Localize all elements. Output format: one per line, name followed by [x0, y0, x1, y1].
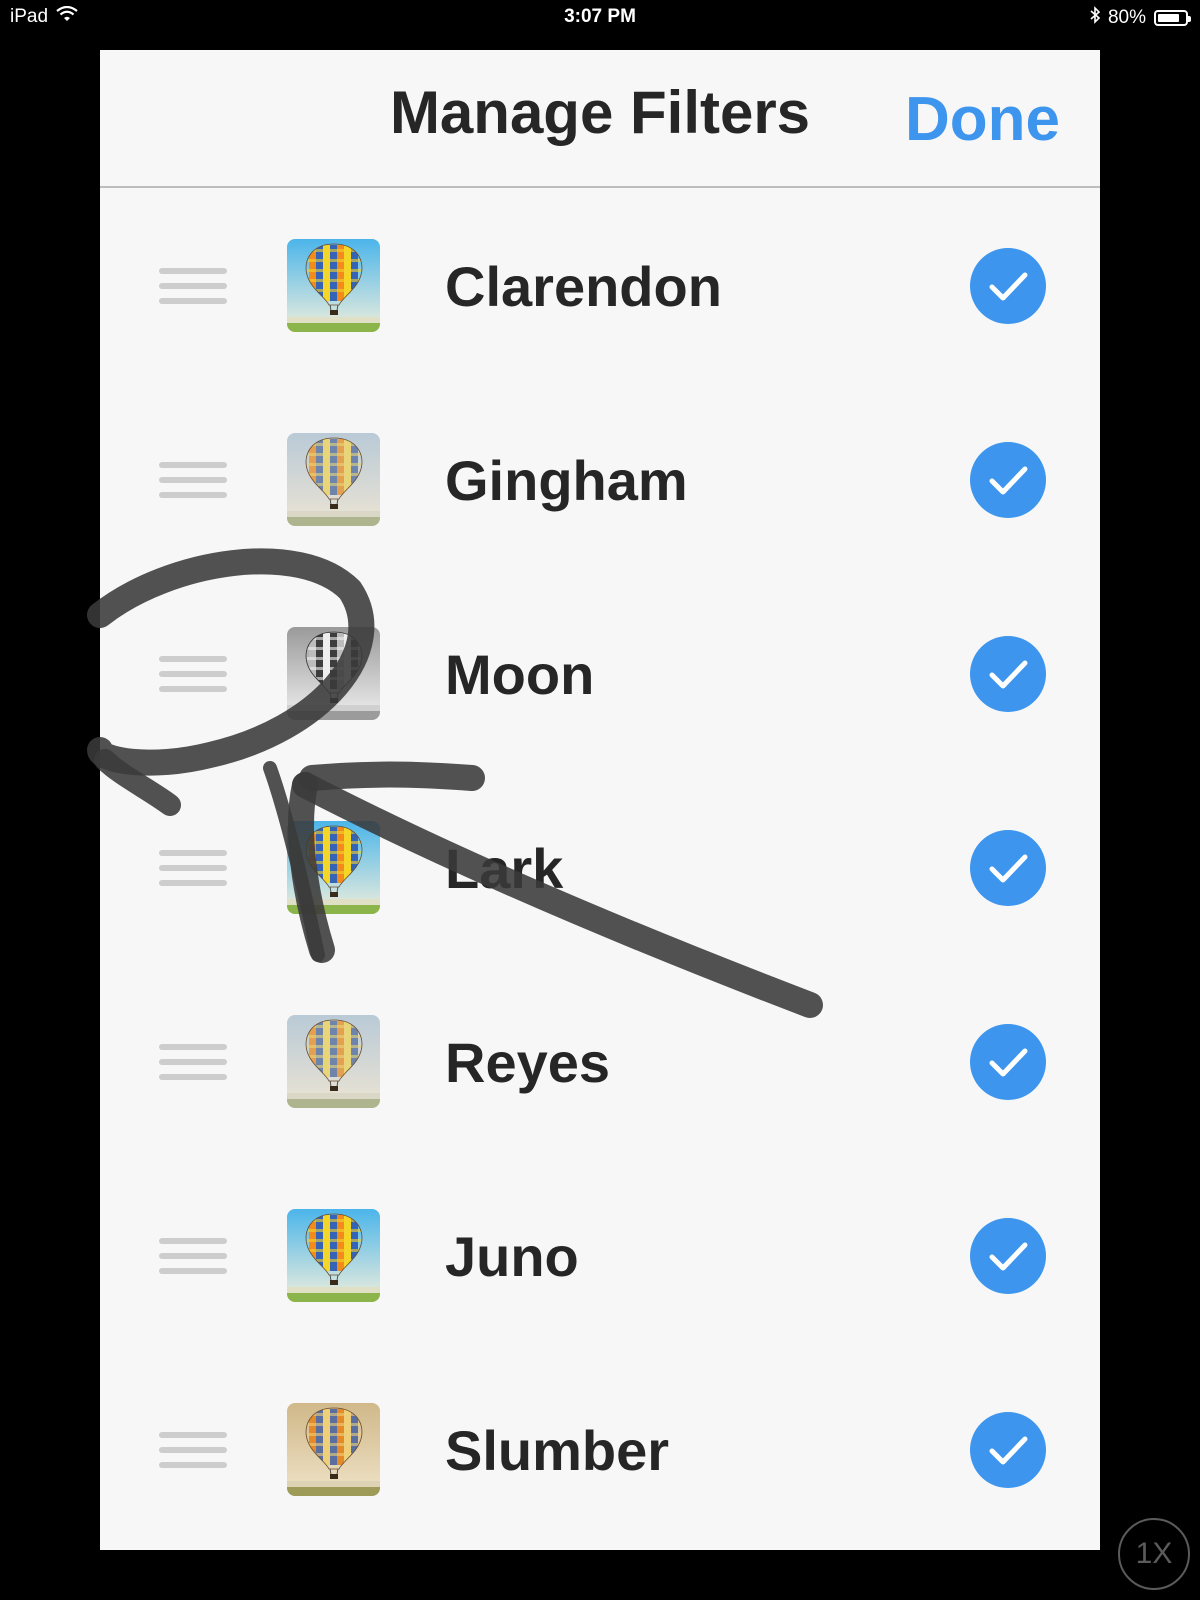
zoom-indicator[interactable]: 1X	[1118, 1518, 1190, 1590]
filter-row[interactable]: Gingham	[100, 382, 1100, 576]
reorder-handle-icon[interactable]	[159, 850, 227, 886]
checkmark-icon[interactable]	[970, 1024, 1046, 1100]
checkmark-icon[interactable]	[970, 248, 1046, 324]
filter-name: Lark	[445, 837, 564, 900]
filter-name: Gingham	[445, 449, 688, 512]
reorder-handle-icon[interactable]	[159, 1238, 227, 1274]
filter-row[interactable]: Juno	[100, 1158, 1100, 1352]
reorder-handle-icon[interactable]	[159, 1432, 227, 1468]
battery-fill	[1158, 14, 1179, 22]
filter-thumbnail	[287, 239, 380, 332]
filter-name: Slumber	[445, 1419, 670, 1482]
reorder-handle-icon[interactable]	[159, 1044, 227, 1080]
checkmark-icon[interactable]	[970, 1218, 1046, 1294]
done-button[interactable]: Done	[905, 84, 1060, 155]
panel-header: Manage Filters Done	[100, 50, 1100, 188]
filter-thumbnail	[287, 433, 380, 526]
filter-row[interactable]: Slumber	[100, 1352, 1100, 1546]
filter-name: Reyes	[445, 1031, 611, 1094]
status-right: 80%	[1090, 6, 1191, 30]
filter-name: Moon	[445, 643, 595, 706]
checkmark-icon[interactable]	[970, 830, 1046, 906]
checkmark-icon[interactable]	[970, 442, 1046, 518]
reorder-handle-icon[interactable]	[159, 462, 227, 498]
status-time: 3:07 PM	[564, 6, 636, 27]
reorder-handle-icon[interactable]	[159, 268, 227, 304]
filter-row[interactable]: Clarendon	[100, 188, 1100, 382]
filter-name: Juno	[445, 1225, 579, 1288]
battery-icon	[1154, 10, 1191, 26]
filter-thumbnail	[287, 1015, 380, 1108]
battery-tip	[1188, 16, 1191, 22]
checkmark-icon[interactable]	[970, 1412, 1046, 1488]
filter-row[interactable]: Lark	[100, 770, 1100, 964]
filter-thumbnail	[287, 1209, 380, 1302]
filter-thumbnail	[287, 1403, 380, 1496]
filter-thumbnail	[287, 821, 380, 914]
reorder-handle-icon[interactable]	[159, 656, 227, 692]
filter-row[interactable]: Reyes	[100, 964, 1100, 1158]
filter-row[interactable]: Moon	[100, 576, 1100, 770]
checkmark-icon[interactable]	[970, 636, 1046, 712]
status-bar: iPad 3:07 PM 80%	[0, 0, 1200, 34]
filter-thumbnail	[287, 627, 380, 720]
filter-name: Clarendon	[445, 255, 722, 318]
battery-percent: 80%	[1107, 7, 1146, 28]
bluetooth-icon	[1090, 6, 1101, 30]
manage-filters-panel: Manage Filters Done Clarendon Gingham Moon…	[100, 50, 1100, 1550]
